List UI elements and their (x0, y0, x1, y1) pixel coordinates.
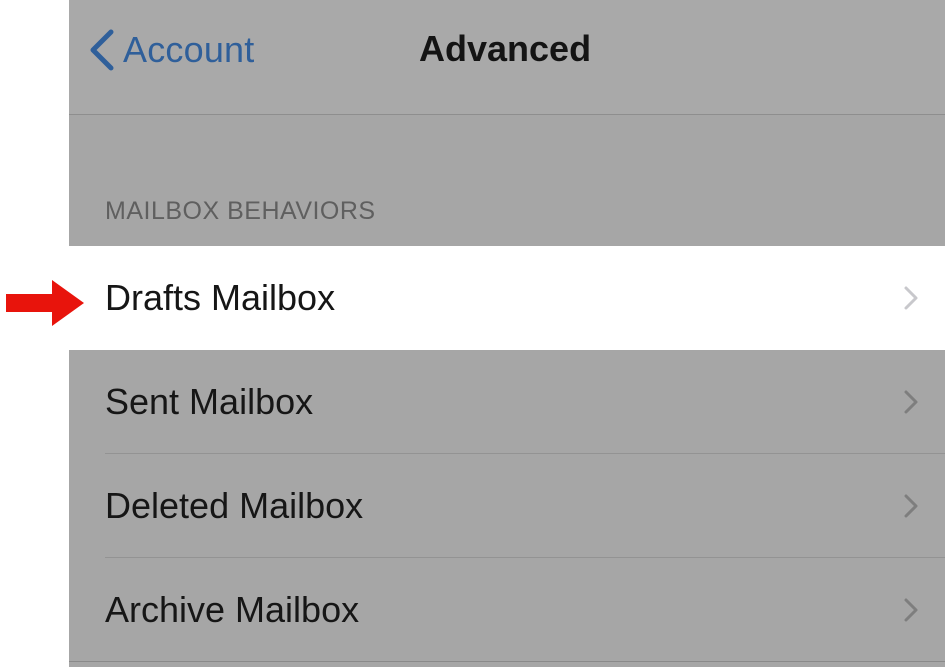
list-item-label: Deleted Mailbox (105, 485, 364, 526)
list-item-sent-mailbox[interactable]: Sent Mailbox (69, 350, 945, 454)
list-item-label: Sent Mailbox (105, 381, 314, 422)
list-item-label: Drafts Mailbox (105, 277, 336, 318)
chevron-right-icon (904, 286, 918, 310)
chevron-right-icon (904, 390, 918, 414)
mailbox-behaviors-list: Drafts Mailbox Sent Mailbox Deleted Mail… (69, 246, 945, 662)
list-item-deleted-mailbox[interactable]: Deleted Mailbox (69, 454, 945, 558)
list-item-drafts-mailbox[interactable]: Drafts Mailbox (69, 246, 945, 350)
settings-screen: Account Advanced MAILBOX BEHAVIORS Draft… (69, 0, 945, 667)
chevron-left-icon (90, 29, 114, 71)
back-button-label: Account (123, 29, 255, 70)
page-title: Advanced (419, 28, 592, 69)
list-bottom-border (69, 661, 945, 662)
list-item-label: Archive Mailbox (105, 589, 360, 630)
chevron-right-icon (904, 598, 918, 622)
navigation-bar: Account Advanced (69, 0, 945, 115)
list-item-archive-mailbox[interactable]: Archive Mailbox (69, 558, 945, 662)
section-header: MAILBOX BEHAVIORS (105, 197, 376, 225)
back-button[interactable]: Account (87, 26, 254, 74)
chevron-right-icon (904, 494, 918, 518)
red-arrow-icon (6, 280, 84, 326)
